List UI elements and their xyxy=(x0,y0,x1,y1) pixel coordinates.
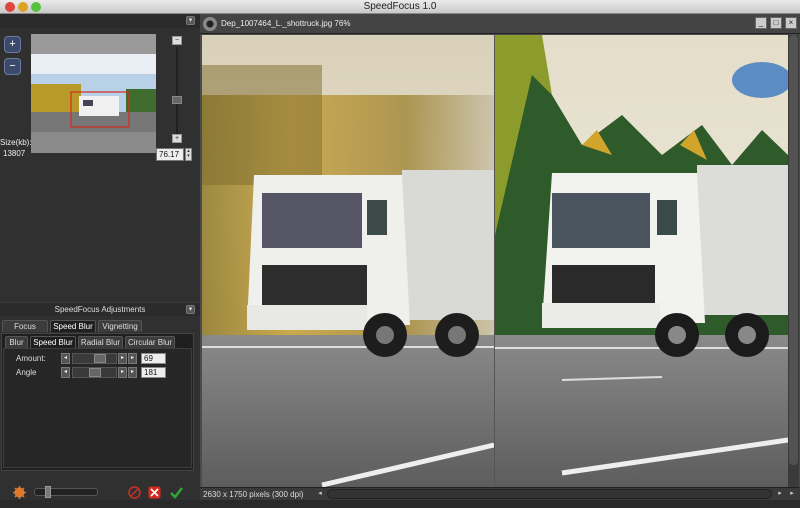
amount-slider-thumb[interactable] xyxy=(94,354,106,363)
param-row-angle: Angle ◂ ▸ ▸ 181 xyxy=(4,366,193,379)
param-row-amount: Amount: ◂ ▸ ▸ 69 xyxy=(4,352,193,365)
speed-blur-panel: Blur Speed Blur Radial Blur Circular Blu… xyxy=(1,333,194,471)
subtab-blur[interactable]: Blur xyxy=(5,336,28,348)
zoom-slider[interactable]: − + xyxy=(172,36,182,154)
navigator-header: ▾ xyxy=(0,14,200,28)
doc-maximize-button[interactable]: □ xyxy=(770,17,782,29)
status-bar: 2630 x 1750 pixels (300 dpi) ◂ ▸ ▸ xyxy=(200,487,800,500)
horizontal-scrollbar[interactable] xyxy=(327,489,772,499)
cancel-icon[interactable] xyxy=(148,486,161,499)
doc-close-button[interactable]: × xyxy=(785,17,797,29)
zoom-slider-track[interactable] xyxy=(176,47,178,142)
zoom-stepper[interactable]: ▴ ▾ xyxy=(185,148,192,161)
amount-increase-button[interactable]: ▸ xyxy=(118,353,127,364)
reset-icon[interactable] xyxy=(128,486,141,499)
subtab-radial-blur[interactable]: Radial Blur xyxy=(78,336,123,348)
window-titlebar: SpeedFocus 1.0 xyxy=(0,0,800,14)
vertical-scrollbar[interactable] xyxy=(788,35,799,487)
size-label: Size(kb): xyxy=(0,138,32,147)
angle-increase-button[interactable]: ▸ xyxy=(118,367,127,378)
zoom-slider-minus[interactable]: − xyxy=(172,36,182,45)
panel-menu-icon[interactable]: ▾ xyxy=(186,16,195,25)
minimize-window-button[interactable] xyxy=(18,2,28,12)
angle-value[interactable]: 181 xyxy=(141,367,166,378)
zoom-slider-plus[interactable]: + xyxy=(172,134,182,143)
left-panel: ▾ + − − + Size(kb): 13807 76.17 ▴ ▾ Speed… xyxy=(0,14,200,500)
navigator-thumbnail[interactable] xyxy=(31,34,156,153)
zoom-in-icon[interactable]: + xyxy=(4,36,21,53)
adjustments-header: SpeedFocus Adjustments ▾ xyxy=(0,302,200,316)
adjustments-menu-icon[interactable]: ▾ xyxy=(186,305,195,314)
scroll-right-end-button[interactable]: ▸ xyxy=(787,489,797,499)
amount-label: Amount: xyxy=(16,354,46,363)
document-title: Dep_1007464_L._shottruck.jpg 76% xyxy=(221,19,351,28)
amount-decrease-button[interactable]: ◂ xyxy=(61,353,70,364)
vertical-scroll-thumb[interactable] xyxy=(789,35,798,465)
adjustments-title: SpeedFocus Adjustments xyxy=(54,305,146,314)
angle-slider[interactable] xyxy=(72,367,117,378)
subtab-speed-blur[interactable]: Speed Blur xyxy=(30,336,76,348)
tab-vignetting[interactable]: Vignetting xyxy=(98,320,142,332)
zoom-window-button[interactable] xyxy=(31,2,41,12)
angle-decrease-button[interactable]: ◂ xyxy=(61,367,70,378)
zoom-field[interactable]: 76.17 xyxy=(156,148,184,161)
image-canvas[interactable] xyxy=(202,35,788,487)
amount-value[interactable]: 69 xyxy=(141,353,166,364)
zoom-out-icon[interactable]: − xyxy=(4,58,21,75)
app-title: SpeedFocus 1.0 xyxy=(363,1,437,12)
gear-icon[interactable] xyxy=(13,486,26,499)
preview-slider-thumb[interactable] xyxy=(45,486,51,498)
size-value: 13807 xyxy=(3,149,26,158)
close-window-button[interactable] xyxy=(5,2,15,12)
document-icon xyxy=(203,17,217,31)
scroll-left-button[interactable]: ◂ xyxy=(315,489,325,499)
tab-speed-blur[interactable]: Speed Blur xyxy=(50,320,96,332)
amount-slider[interactable] xyxy=(72,353,117,364)
zoom-slider-thumb[interactable] xyxy=(172,96,182,104)
scroll-right-button[interactable]: ▸ xyxy=(775,489,785,499)
document-titlebar: Dep_1007464_L._shottruck.jpg 76% _ □ × xyxy=(200,14,800,34)
preview-slider[interactable] xyxy=(34,486,98,498)
angle-slider-thumb[interactable] xyxy=(89,368,101,377)
checkmark-icon[interactable] xyxy=(170,486,183,499)
subtab-circular-blur[interactable]: Circular Blur xyxy=(125,336,175,348)
image-dimensions: 2630 x 1750 pixels (300 dpi) xyxy=(203,490,304,499)
amount-increase-more-button[interactable]: ▸ xyxy=(128,353,137,364)
bottom-toolbar xyxy=(0,478,200,508)
angle-label: Angle xyxy=(16,368,37,377)
tab-focus-areas[interactable]: Focus Areas xyxy=(2,320,48,342)
doc-minimize-button[interactable]: _ xyxy=(755,17,767,29)
angle-increase-more-button[interactable]: ▸ xyxy=(128,367,137,378)
document-window: Dep_1007464_L._shottruck.jpg 76% _ □ × 2… xyxy=(200,14,800,500)
parameters-area: Amount: ◂ ▸ ▸ 69 Angle ◂ ▸ ▸ 181 xyxy=(3,348,192,468)
